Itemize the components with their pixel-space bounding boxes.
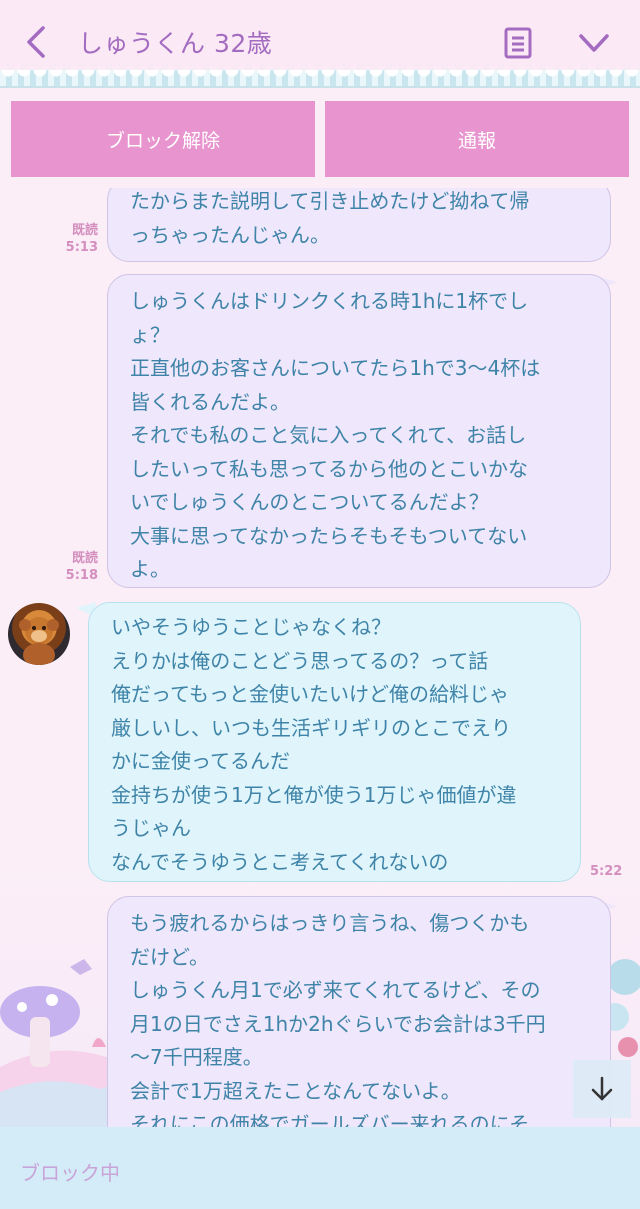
scroll-to-bottom-button[interactable] (573, 1060, 631, 1118)
header-trim-decoration (0, 70, 640, 88)
arrow-down-icon (591, 1076, 613, 1101)
menu-toggle-button[interactable] (577, 26, 611, 60)
message-bubble-received[interactable]: いやそうゆうことじゃなくね？ えりかは俺のことどう思ってるの？って話 俺だっても… (88, 602, 581, 882)
back-button[interactable] (20, 22, 52, 62)
avatar[interactable] (8, 603, 70, 665)
chat-header: しゅうくん 32歳 (0, 0, 640, 88)
action-bar: ブロック解除 通報 (0, 90, 640, 188)
read-label: 既読 (71, 551, 98, 566)
chat-area[interactable]: たからまた説明して引き止めたけど拗ねて帰 っちゃったんじゃん。 既読 5:13 … (0, 188, 640, 1127)
message-bubble-sent[interactable]: もう疲れるからはっきり言うね、傷つくかも だけど。 しゅうくん月1で必ず来てくれ… (107, 896, 611, 1127)
chevron-down-icon (579, 34, 609, 52)
note-icon (504, 27, 532, 59)
message-time: 5:22 (590, 864, 623, 879)
monkey-plush-avatar-image (19, 617, 59, 665)
blocked-status-label: ブロック中 (20, 1161, 120, 1185)
read-receipt: 既読 5:13 (60, 222, 98, 256)
chevron-left-icon (27, 26, 45, 58)
message-bubble-sent[interactable]: しゅうくんはドリンクくれる時1hに1杯でし ょ？ 正直他のお客さんについてたら1… (107, 274, 611, 588)
blocked-footer: ブロック中 (0, 1127, 640, 1209)
unblock-button[interactable]: ブロック解除 (11, 101, 315, 177)
message-bubble-sent[interactable]: たからまた説明して引き止めたけど拗ねて帰 っちゃったんじゃん。 (107, 188, 611, 262)
page-title: しゅうくん 32歳 (78, 29, 273, 58)
read-receipt: 既読 5:18 (60, 550, 98, 584)
report-button[interactable]: 通報 (325, 101, 629, 177)
read-label: 既読 (71, 223, 98, 238)
message-time: 5:13 (65, 240, 98, 255)
message-time: 5:18 (65, 568, 98, 583)
note-button[interactable] (502, 26, 534, 60)
